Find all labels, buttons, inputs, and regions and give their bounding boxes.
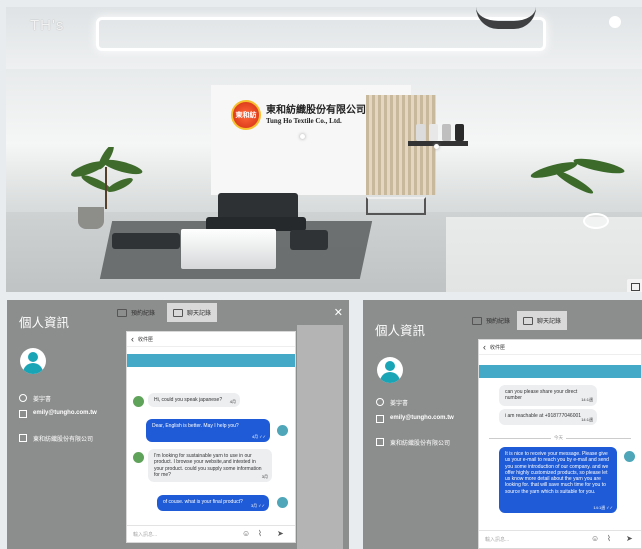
company-signage: 東和紡 東和紡織股份有限公司 Tung Ho Textile Co., Ltd. <box>231 100 366 130</box>
avatar <box>277 425 288 436</box>
chat-icon <box>523 316 533 325</box>
avatar <box>377 357 403 383</box>
navigation-hotspot[interactable] <box>434 144 439 149</box>
message-bubble-in: Hi, could you speak japanese? 4月 <box>148 393 240 408</box>
attach-icon[interactable]: ⌇ <box>258 529 262 538</box>
emoji-icon[interactable]: ☺ <box>242 529 250 538</box>
tab-label: 預約紀錄 <box>131 311 156 317</box>
avatar <box>277 497 288 508</box>
briefcase-icon <box>19 434 27 442</box>
plant-right <box>530 158 625 194</box>
showroom-3d-view[interactable]: 東和紡 東和紡織股份有限公司 Tung Ho Textile Co., Ltd.… <box>6 7 642 292</box>
panel-title: 個人資訊 <box>375 324 426 338</box>
yarn-product[interactable] <box>416 124 425 141</box>
ceiling-light-ring <box>96 17 546 51</box>
date-divider-label: 今天 <box>551 435 566 441</box>
info-company: 東和紡織股份有限公司 <box>19 434 93 443</box>
emoji-icon[interactable]: ☺ <box>591 534 599 543</box>
chat-header: ‹ 收件匣 <box>479 340 641 355</box>
send-icon[interactable]: ➤ <box>626 534 633 543</box>
calendar-icon <box>117 308 127 317</box>
marble-coffee-table <box>181 229 276 269</box>
chat-icon <box>173 308 183 317</box>
user-icon[interactable] <box>609 16 621 28</box>
chat-header: ‹ 收件匣 <box>127 332 295 347</box>
company-name-english: Tung Ho Textile Co., Ltd. <box>266 116 342 125</box>
tab-reservations[interactable]: 預約紀錄 <box>111 303 162 322</box>
glass-display-case <box>446 217 642 292</box>
info-company: 東和紡織股份有限公司 <box>376 438 450 447</box>
message-input[interactable]: 輸入訊息... <box>127 525 295 543</box>
avatar <box>624 451 635 462</box>
profile-panel-right: 個人資訊 姜宇書 emily@tungho.com.tw 東和紡織股份有限公司 … <box>363 300 642 549</box>
yarn-product[interactable] <box>429 124 438 141</box>
chat-window: ‹ 收件匣 Hi, could you speak japanese? 4月 D… <box>126 331 296 543</box>
user-email: emily@tungho.com.tw <box>390 415 454 421</box>
plant-pot <box>78 207 104 229</box>
chat-header-title: 收件匣 <box>138 336 154 343</box>
message-bubble-in: I'm looking for sustainable yarn to use … <box>148 449 272 483</box>
tab-label: 聊天記錄 <box>537 319 562 325</box>
chat-contact-bar <box>127 354 295 367</box>
back-chevron-icon[interactable]: ‹ <box>131 334 134 344</box>
panel-title: 個人資訊 <box>19 316 70 330</box>
user-name: 姜宇書 <box>33 397 52 403</box>
chat-window: ‹ 收件匣 can you please share your direct n… <box>478 339 642 549</box>
chat-contact-bar <box>479 365 641 378</box>
info-name: 姜宇書 <box>19 394 51 403</box>
message-input[interactable]: 輸入訊息... <box>479 530 641 548</box>
map-button[interactable] <box>627 279 642 292</box>
calendar-icon <box>472 316 482 325</box>
message-bubble-in: i am reachable at +918777046001 14:1週 <box>499 409 597 425</box>
message-bubble-in: can you please share your direct number … <box>499 385 597 406</box>
glass-counter <box>366 197 426 215</box>
email-icon <box>19 410 27 418</box>
message-list: can you please share your direct number … <box>479 381 641 529</box>
user-icon <box>19 394 27 402</box>
avatar <box>20 348 46 374</box>
attach-icon[interactable]: ⌇ <box>607 534 611 543</box>
floor-hotspot[interactable] <box>583 213 609 229</box>
user-company: 東和紡織股份有限公司 <box>390 441 451 447</box>
user-name: 姜宇書 <box>390 401 409 407</box>
profile-panel-left: 個人資訊 姜宇書 emily@tungho.com.tw 東和紡織股份有限公司 … <box>7 300 349 549</box>
message-bubble-out: It is nice to receive your message. Plea… <box>499 447 617 513</box>
user-icon <box>376 398 384 406</box>
user-email: emily@tungho.com.tw <box>33 410 97 416</box>
tab-chat-history[interactable]: 聊天記錄 <box>517 311 568 330</box>
chat-header-title: 收件匣 <box>490 344 506 351</box>
info-email: emily@tungho.com.tw <box>19 410 105 418</box>
background-overlay <box>297 325 343 549</box>
user-company: 東和紡織股份有限公司 <box>33 437 94 443</box>
message-bubble-out: of couse. what is your final product? 3月… <box>157 495 269 511</box>
info-name: 姜宇書 <box>376 398 408 407</box>
ottoman-right <box>290 230 328 250</box>
back-chevron-icon[interactable]: ‹ <box>483 342 486 352</box>
message-list: Hi, could you speak japanese? 4月 Dear, E… <box>127 372 295 522</box>
briefcase-icon <box>376 438 384 446</box>
brand-logo[interactable]: TH's <box>30 17 64 34</box>
navigation-hotspot[interactable] <box>300 134 305 139</box>
close-icon[interactable]: ✕ <box>334 306 343 319</box>
avatar <box>133 452 144 463</box>
tab-label: 聊天記錄 <box>187 311 212 317</box>
info-email: emily@tungho.com.tw <box>376 415 464 423</box>
yarn-product[interactable] <box>442 124 451 141</box>
send-icon[interactable]: ➤ <box>277 529 284 538</box>
tab-chat-history[interactable]: 聊天記錄 <box>167 303 218 322</box>
company-logo: 東和紡 <box>231 100 261 130</box>
message-bubble-out: Dear, English is better. May I help you?… <box>146 419 270 442</box>
ottoman-left <box>112 233 180 249</box>
yarn-product[interactable] <box>455 124 464 141</box>
tab-reservations[interactable]: 預約紀錄 <box>466 311 516 330</box>
email-icon <box>376 415 384 423</box>
tab-label: 預約紀錄 <box>486 319 511 325</box>
map-icon <box>630 282 640 291</box>
avatar <box>133 396 144 407</box>
company-name-chinese: 東和紡織股份有限公司 <box>266 104 366 116</box>
